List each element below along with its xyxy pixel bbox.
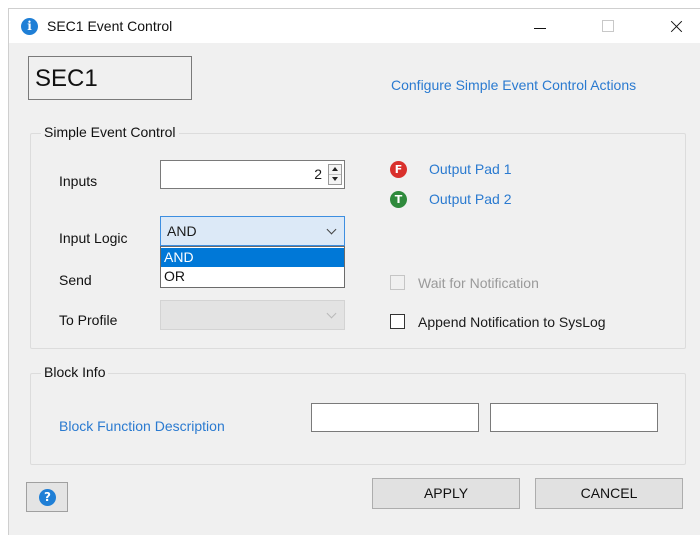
chevron-down-icon — [326, 224, 337, 235]
to-profile-label: To Profile — [59, 312, 118, 328]
title-bar: i SEC1 Event Control — [9, 9, 700, 43]
stepper-up-icon[interactable] — [329, 165, 341, 175]
append-syslog-checkbox[interactable] — [390, 314, 405, 329]
group-legend: Simple Event Control — [41, 124, 179, 140]
stepper-down-icon[interactable] — [329, 175, 341, 184]
info-icon: i — [21, 18, 38, 35]
block-info-field-1[interactable] — [311, 403, 479, 432]
input-logic-select[interactable]: AND — [160, 216, 345, 246]
chevron-down-icon — [326, 308, 337, 319]
window-title: SEC1 Event Control — [47, 18, 173, 34]
block-function-description-link[interactable]: Block Function Description — [59, 418, 225, 434]
output-pad-label: Output Pad 1 — [429, 161, 512, 177]
inputs-value: 2 — [314, 166, 322, 182]
true-pad-icon: T — [390, 191, 407, 208]
send-label: Send — [59, 272, 92, 288]
stepper-buttons — [328, 164, 342, 185]
group-legend: Block Info — [41, 364, 109, 380]
fail-pad-icon: F — [390, 161, 407, 178]
inputs-stepper[interactable]: 2 — [160, 160, 345, 189]
input-logic-dropdown-list: AND OR — [160, 246, 345, 288]
help-icon: ? — [39, 489, 56, 506]
input-logic-value: AND — [167, 223, 197, 239]
cancel-button[interactable]: CANCEL — [535, 478, 683, 509]
help-button[interactable]: ? — [26, 482, 68, 512]
option-or[interactable]: OR — [161, 267, 344, 286]
maximize-button[interactable] — [585, 9, 631, 43]
configure-actions-link[interactable]: Configure Simple Event Control Actions — [391, 77, 636, 93]
close-button[interactable] — [653, 9, 699, 43]
wait-for-notification-label: Wait for Notification — [418, 275, 539, 291]
apply-button[interactable]: APPLY — [372, 478, 520, 509]
input-logic-label: Input Logic — [59, 230, 128, 246]
output-pad-label: Output Pad 2 — [429, 191, 512, 207]
append-syslog-label[interactable]: Append Notification to SysLog — [418, 314, 606, 330]
block-info-field-2[interactable] — [490, 403, 658, 432]
to-profile-select — [160, 300, 345, 330]
option-and[interactable]: AND — [161, 248, 344, 267]
inputs-label: Inputs — [59, 173, 98, 189]
minimize-button[interactable] — [517, 9, 563, 43]
block-name-field[interactable]: SEC1 — [28, 56, 192, 100]
wait-for-notification-checkbox — [390, 275, 405, 290]
